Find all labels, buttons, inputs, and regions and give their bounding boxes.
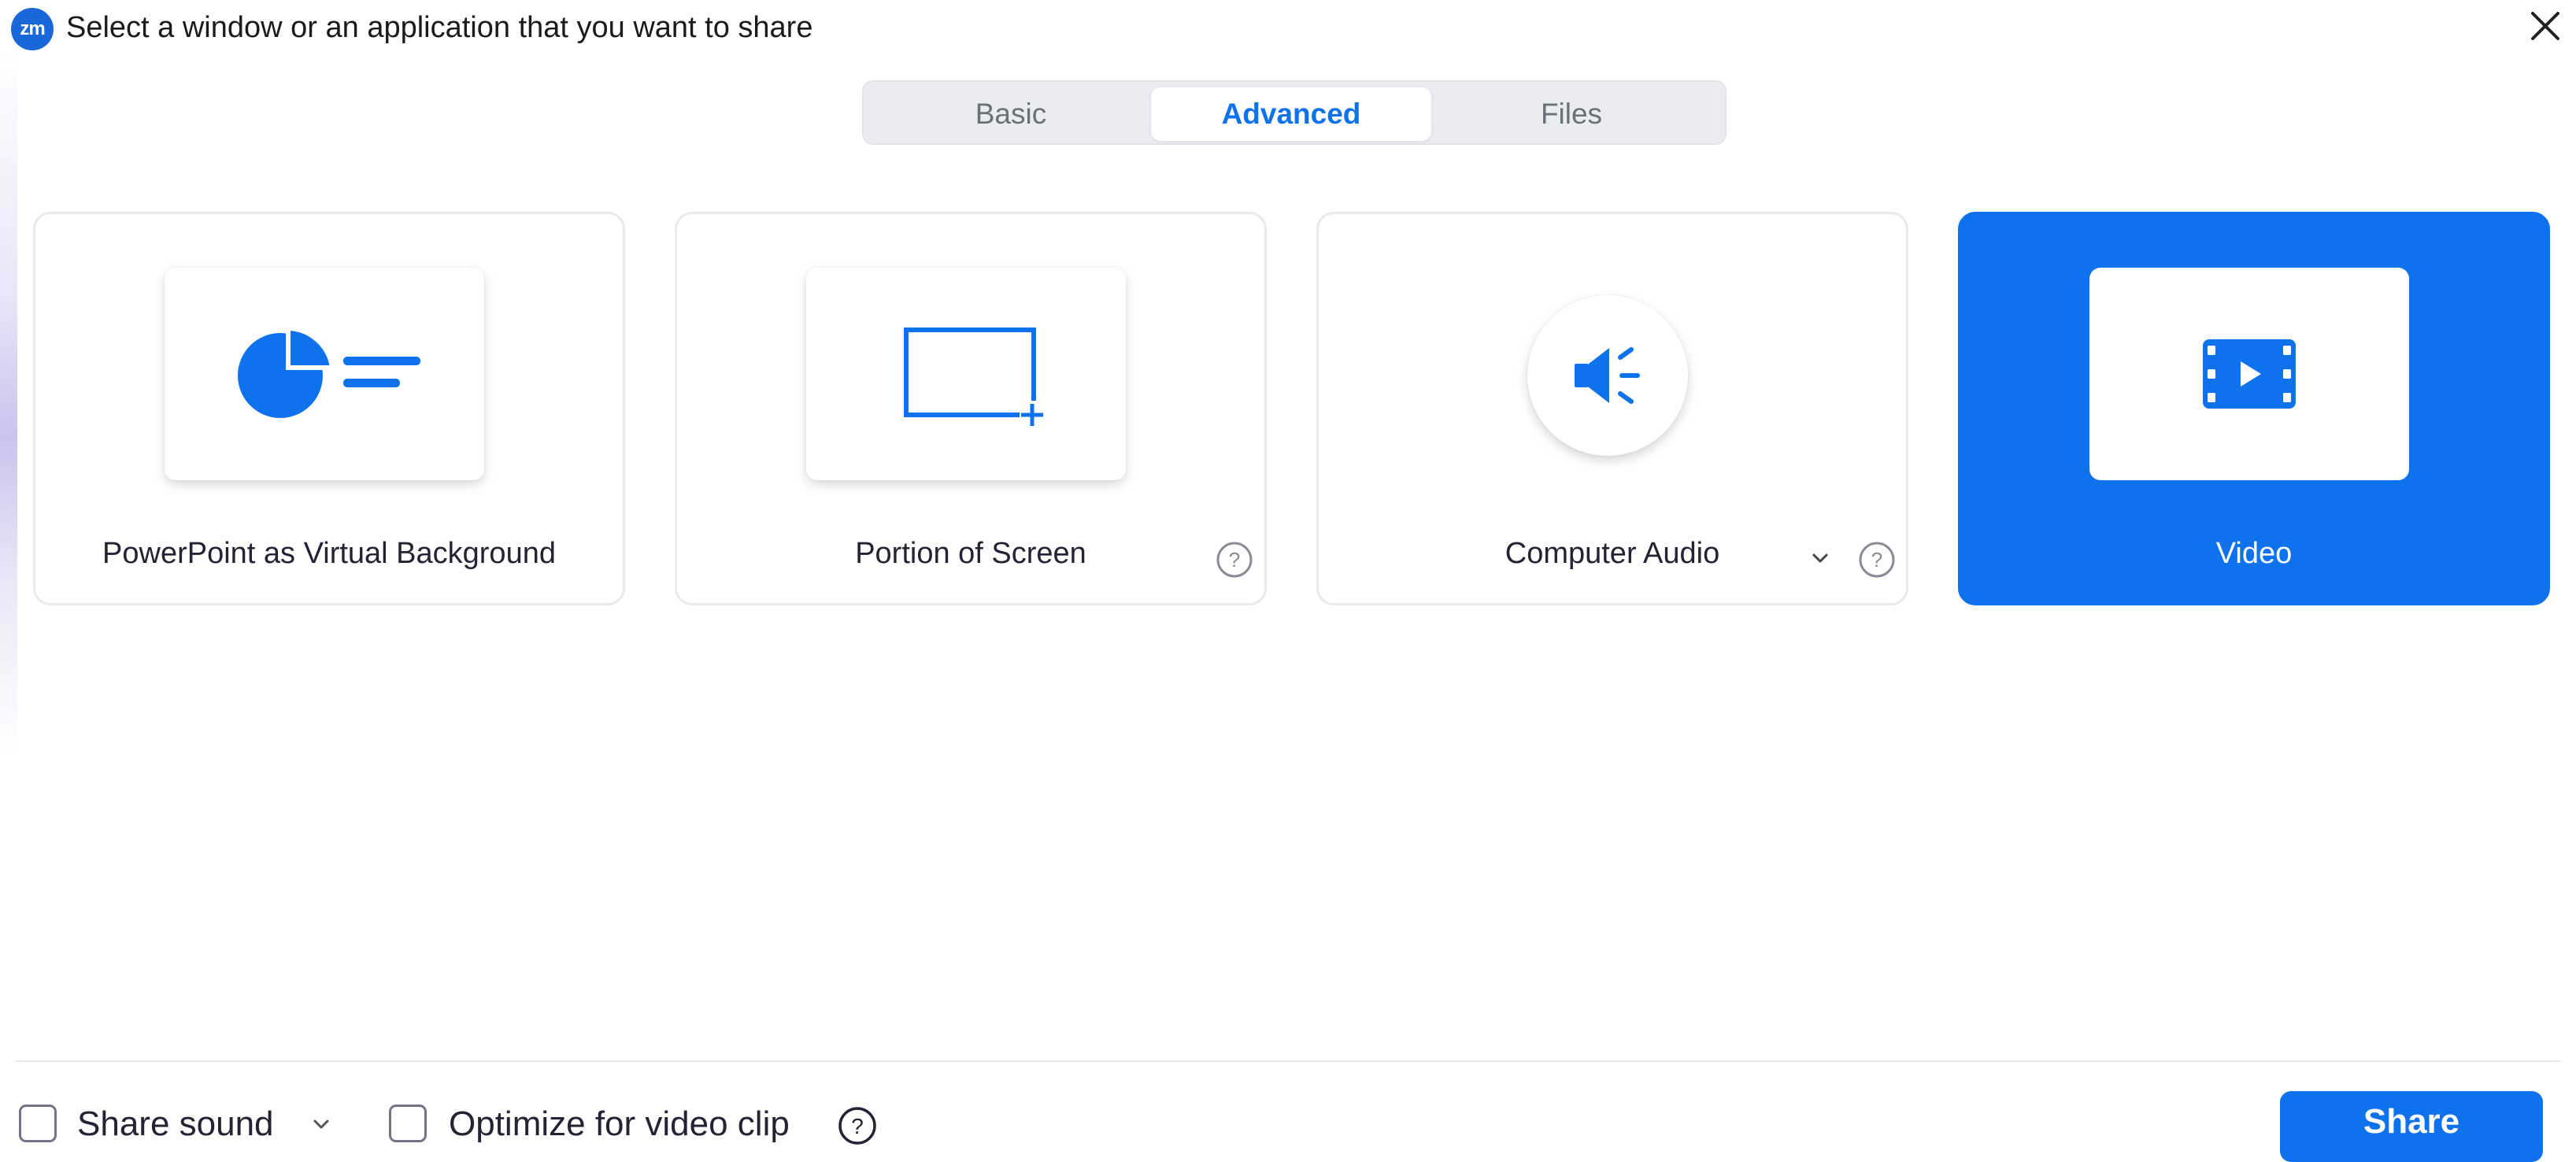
background-edge xyxy=(0,47,17,756)
share-sound-label[interactable]: Share sound xyxy=(77,1102,274,1146)
speaker-icon xyxy=(1575,347,1640,404)
option-computer-audio[interactable]: Computer Audio ? xyxy=(1316,212,1908,605)
window-title: Select a window or an application that y… xyxy=(66,11,813,44)
tab-basic[interactable]: Basic xyxy=(871,87,1151,141)
svg-text:?: ? xyxy=(851,1114,864,1138)
tab-files[interactable]: Files xyxy=(1431,87,1712,141)
screen-portion-icon xyxy=(904,328,1045,429)
footer-divider xyxy=(16,1060,2560,1062)
pie-chart-slides-icon xyxy=(238,325,420,418)
help-icon[interactable]: ? xyxy=(1857,540,1897,579)
option-portion-of-screen[interactable]: Portion of Screen ? xyxy=(675,212,1267,605)
option-powerpoint-virtual-background[interactable]: PowerPoint as Virtual Background xyxy=(33,212,625,605)
option-video[interactable]: Video xyxy=(1958,212,2550,605)
optimize-video-label[interactable]: Optimize for video clip xyxy=(449,1102,790,1146)
zoom-logo-icon: zm xyxy=(11,8,54,50)
close-button[interactable] xyxy=(2522,3,2568,49)
option-icon-tile xyxy=(1527,295,1688,456)
option-label: Portion of Screen xyxy=(855,537,1086,570)
help-icon[interactable]: ? xyxy=(1215,540,1254,579)
share-button[interactable]: Share xyxy=(2280,1091,2543,1162)
video-film-icon xyxy=(2203,339,2296,409)
help-icon[interactable]: ? xyxy=(836,1105,879,1147)
chevron-down-icon[interactable] xyxy=(1807,545,1834,572)
option-label: PowerPoint as Virtual Background xyxy=(102,537,556,570)
optimize-video-checkbox[interactable] xyxy=(389,1105,427,1142)
option-icon-tile xyxy=(165,268,484,480)
option-label: Video xyxy=(2215,537,2293,570)
title-bar: zm Select a window or an application tha… xyxy=(0,0,2576,55)
share-sound-checkbox[interactable] xyxy=(19,1105,57,1142)
svg-text:?: ? xyxy=(1871,548,1882,572)
option-icon-tile xyxy=(2089,268,2409,480)
tab-advanced[interactable]: Advanced xyxy=(1151,87,1431,141)
share-mode-tabs: Basic Advanced Files xyxy=(862,80,1727,145)
chevron-down-icon[interactable] xyxy=(307,1110,335,1138)
close-icon xyxy=(2531,12,2559,40)
svg-text:?: ? xyxy=(1229,548,1240,572)
option-icon-tile xyxy=(806,268,1126,480)
